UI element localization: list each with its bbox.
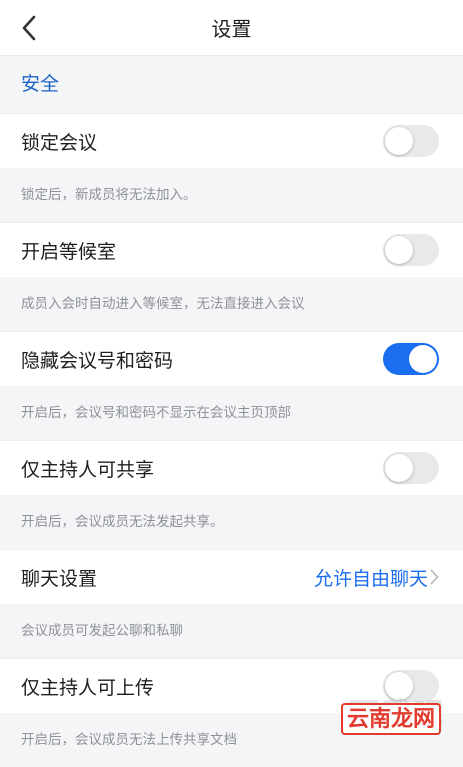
chevron-right-icon <box>430 569 439 585</box>
toggle-knob <box>385 127 413 155</box>
watermark-badge: 云南龙网 <box>340 703 441 735</box>
host-only-share-toggle[interactable] <box>383 452 439 484</box>
page-title: 设置 <box>211 17 252 41</box>
chat-setting-value[interactable]: 允许自由聊天 <box>314 564 439 591</box>
waiting-room-toggle[interactable] <box>383 234 439 266</box>
chat-value-text: 允许自由聊天 <box>313 567 428 590</box>
setting-label: 仅主持人可共享 <box>21 458 155 481</box>
toggle-knob <box>409 345 437 373</box>
toggle-knob <box>385 236 413 264</box>
setting-description: 会议成员可发起公聊和私聊 <box>0 604 463 658</box>
setting-row-chat[interactable]: 聊天设置 允许自由聊天 <box>0 549 463 604</box>
setting-row-lock-meeting: 锁定会议 <box>0 113 463 168</box>
setting-row-waiting-room: 开启等候室 <box>0 222 463 277</box>
toggle-knob <box>385 454 413 482</box>
section-title-security: 安全 <box>0 56 463 113</box>
setting-label: 开启等候室 <box>21 240 117 263</box>
setting-description: 开启后，会议成员无法发起共享。 <box>0 495 463 549</box>
setting-row-hide-meeting-id: 隐藏会议号和密码 <box>0 331 463 386</box>
setting-label: 锁定会议 <box>21 131 98 154</box>
watermark: 下载吧 云南龙网 <box>327 689 447 735</box>
setting-label: 聊天设置 <box>21 567 98 590</box>
setting-description: 开启后，会议号和密码不显示在会议主页顶部 <box>0 386 463 440</box>
nav-bar: 设置 <box>0 0 463 56</box>
setting-row-host-only-share: 仅主持人可共享 <box>0 440 463 495</box>
hide-meeting-id-toggle[interactable] <box>383 343 439 375</box>
setting-description: 成员入会时自动进入等候室，无法直接进入会议 <box>0 277 463 331</box>
lock-meeting-toggle[interactable] <box>383 125 439 157</box>
setting-description: 锁定后，新成员将无法加入。 <box>0 168 463 222</box>
setting-label: 隐藏会议号和密码 <box>21 349 174 372</box>
